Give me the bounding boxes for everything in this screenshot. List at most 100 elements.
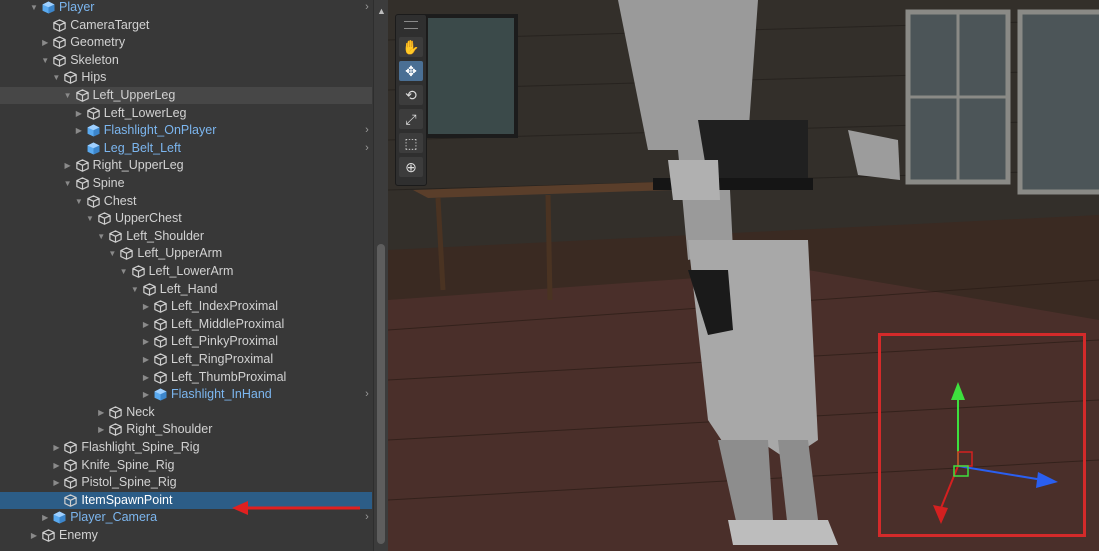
gameobject-cube-icon [87, 107, 100, 120]
fold-closed-icon[interactable]: ▶ [141, 351, 151, 368]
hierarchy-item[interactable]: ▶ Left_PinkyProximal [0, 333, 372, 350]
fold-open-icon[interactable]: ▼ [63, 87, 73, 104]
hierarchy-item[interactable]: ▶ Left_ThumbProximal [0, 369, 372, 386]
hierarchy-item[interactable]: ▼ Chest [0, 193, 372, 210]
fold-open-icon[interactable]: ▼ [107, 245, 117, 262]
hierarchy-item-label: Neck [126, 405, 155, 419]
hierarchy-item[interactable]: ▼ Spine [0, 175, 372, 192]
gameobject-cube-icon [53, 36, 66, 49]
hierarchy-item-label: Enemy [59, 528, 98, 542]
fold-open-icon[interactable]: ▼ [74, 193, 84, 210]
fold-open-icon[interactable]: ▼ [63, 175, 73, 192]
hierarchy-item-label: Left_Hand [159, 282, 218, 296]
fold-open-icon[interactable]: ▼ [29, 0, 39, 16]
open-prefab-chevron-icon[interactable]: › [362, 0, 372, 16]
fold-closed-icon[interactable]: ▶ [141, 386, 151, 403]
hierarchy-item[interactable]: ▶ Player_Camera › [0, 509, 372, 526]
fold-open-icon[interactable]: ▼ [51, 69, 61, 86]
hierarchy-item-label: Hips [81, 70, 107, 84]
scale-icon[interactable]: ⤢ [399, 109, 423, 129]
gameobject-cube-icon [64, 441, 78, 454]
fold-closed-icon[interactable]: ▶ [40, 509, 50, 526]
hierarchy-item[interactable]: ▶ Right_UpperLeg [0, 157, 372, 174]
hierarchy-item[interactable]: ▼ Player › [0, 0, 372, 16]
fold-closed-icon[interactable]: ▶ [51, 457, 61, 474]
hierarchy-item-label: Player_Camera [70, 510, 158, 524]
hierarchy-item-label: Left_Shoulder [126, 229, 205, 243]
gameobject-cube-icon [143, 283, 156, 296]
fold-open-icon[interactable]: ▼ [119, 263, 129, 280]
hierarchy-item[interactable]: ▶ Flashlight_Spine_Rig [0, 439, 372, 456]
fold-closed-icon[interactable]: ▶ [51, 474, 61, 491]
transform-icon[interactable]: ⊕ [399, 157, 423, 177]
fold-closed-icon[interactable]: ▶ [74, 105, 84, 122]
hierarchy-item[interactable]: ▶ Geometry [0, 34, 372, 51]
hierarchy-item[interactable]: ▶ Pistol_Spine_Rig [0, 474, 372, 491]
hierarchy-item[interactable]: Leg_Belt_Left › [0, 140, 372, 157]
gameobject-cube-icon [75, 89, 89, 102]
fold-closed-icon[interactable]: ▶ [40, 34, 50, 51]
fold-closed-icon[interactable]: ▶ [96, 404, 106, 421]
fold-open-icon[interactable]: ▼ [96, 228, 106, 245]
fold-closed-icon[interactable]: ▶ [51, 439, 61, 456]
hierarchy-item-label: Left_UpperLeg [92, 88, 176, 102]
hierarchy-item[interactable]: ▼ Left_LowerArm [0, 263, 372, 280]
open-prefab-chevron-icon[interactable]: › [362, 386, 372, 403]
hierarchy-item[interactable]: ▶ Neck [0, 404, 372, 421]
hierarchy-item[interactable]: ▼ Left_UpperArm [0, 245, 372, 262]
rotate-icon[interactable]: ⟲ [399, 85, 423, 105]
fold-open-icon[interactable]: ▼ [130, 281, 140, 298]
gameobject-cube-icon [98, 212, 111, 225]
fold-closed-icon[interactable]: ▶ [29, 527, 39, 544]
prefab-cube-icon [87, 124, 100, 137]
open-prefab-chevron-icon[interactable]: › [362, 122, 372, 139]
gameobject-cube-icon [53, 54, 66, 67]
fold-closed-icon[interactable]: ▶ [141, 333, 151, 350]
scene-tools-toolbar: ✋ ✥ ⟲ ⤢ ⬚ ⊕ [395, 14, 427, 186]
fold-closed-icon[interactable]: ▶ [96, 421, 106, 438]
hierarchy-item[interactable]: ▼ UpperChest [0, 210, 372, 227]
fold-closed-icon[interactable]: ▶ [74, 122, 84, 139]
hierarchy-item[interactable]: ▶ Left_IndexProximal [0, 298, 372, 315]
scroll-up-arrow-icon[interactable]: ▲ [374, 6, 388, 16]
fold-closed-icon[interactable]: ▶ [63, 157, 73, 174]
hierarchy-item[interactable]: ▼ Left_Shoulder [0, 228, 372, 245]
hierarchy-item[interactable]: ▶ Enemy [0, 527, 372, 544]
hierarchy-scrollbar[interactable]: ▲ [373, 0, 388, 551]
hierarchy-item[interactable]: ▼ Hips [0, 69, 372, 86]
move-icon[interactable]: ✥ [399, 61, 423, 81]
hierarchy-item-label: Flashlight_Spine_Rig [81, 440, 200, 454]
hierarchy-item[interactable]: ▶ Left_MiddleProximal [0, 316, 372, 333]
hierarchy-item-label: Player [59, 0, 95, 14]
fold-closed-icon[interactable]: ▶ [141, 298, 151, 315]
hierarchy-item[interactable]: ▶ Left_RingProximal [0, 351, 372, 368]
gameobject-cube-icon [64, 71, 78, 84]
hierarchy-item[interactable]: ItemSpawnPoint [0, 492, 372, 509]
gameobject-cube-icon [53, 19, 66, 32]
fold-closed-icon[interactable]: ▶ [141, 369, 151, 386]
open-prefab-chevron-icon[interactable]: › [362, 140, 372, 157]
hierarchy-item[interactable]: ▼ Left_Hand [0, 281, 372, 298]
fold-open-icon[interactable]: ▼ [40, 52, 50, 69]
hierarchy-item[interactable]: ▶ Right_Shoulder [0, 421, 372, 438]
hierarchy-item-label: Left_UpperArm [137, 246, 223, 260]
hierarchy-item-label: Leg_Belt_Left [103, 141, 181, 155]
hierarchy-item[interactable]: ▶ Flashlight_OnPlayer › [0, 122, 372, 139]
scrollbar-thumb[interactable] [377, 244, 385, 544]
hierarchy-item[interactable]: ▶ Flashlight_InHand › [0, 386, 372, 403]
hierarchy-item-label: Left_LowerArm [148, 264, 234, 278]
fold-closed-icon[interactable]: ▶ [141, 316, 151, 333]
scene-view[interactable]: ✋ ✥ ⟲ ⤢ ⬚ ⊕ [388, 0, 1099, 551]
open-prefab-chevron-icon[interactable]: › [362, 509, 372, 526]
hierarchy-item[interactable]: ▼ Left_UpperLeg [0, 87, 372, 104]
hierarchy-item-label: Right_Shoulder [126, 422, 213, 436]
hierarchy-item[interactable]: ▶ Left_LowerLeg [0, 105, 372, 122]
hierarchy-item[interactable]: CameraTarget [0, 17, 372, 34]
hierarchy-item[interactable]: ▼ Skeleton [0, 52, 372, 69]
hand-icon[interactable]: ✋ [399, 37, 423, 57]
fold-open-icon[interactable]: ▼ [85, 210, 95, 227]
hierarchy-item-label: Chest [103, 194, 137, 208]
hierarchy-item[interactable]: ▶ Knife_Spine_Rig [0, 457, 372, 474]
toolbar-drag-handle[interactable] [404, 21, 418, 29]
rect-icon[interactable]: ⬚ [399, 133, 423, 153]
